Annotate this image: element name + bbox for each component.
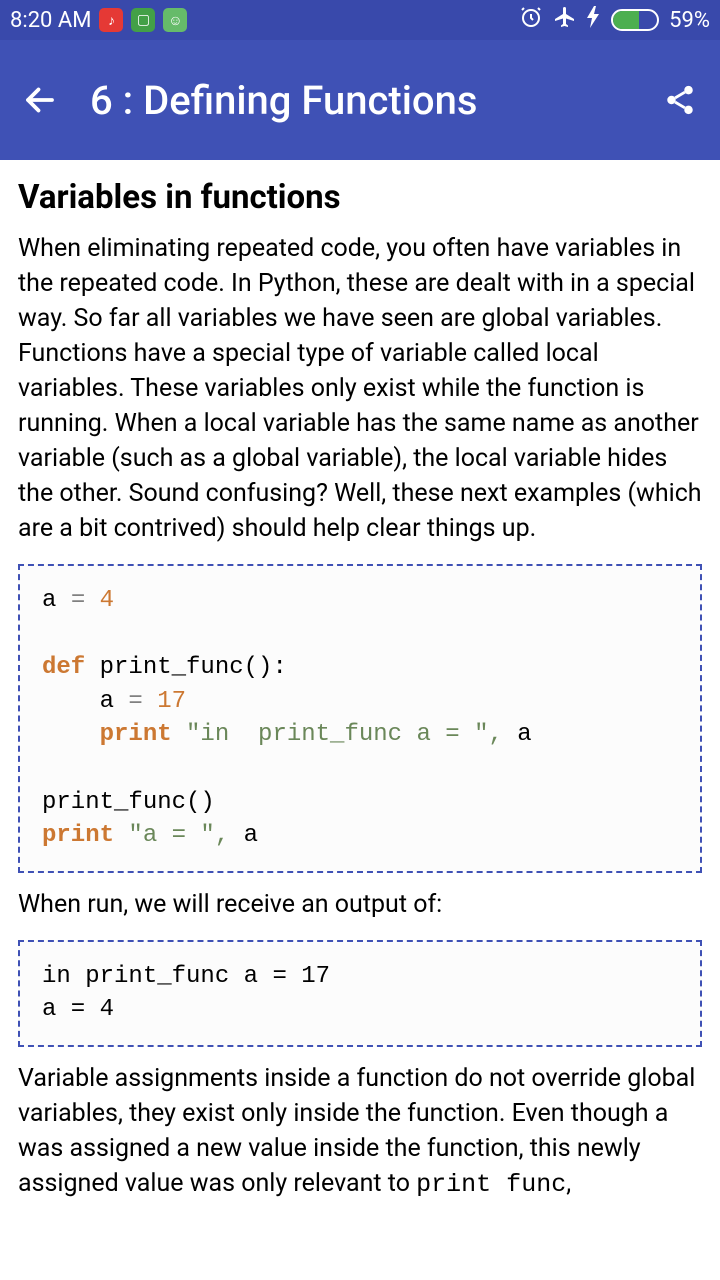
code-text: print — [100, 721, 186, 748]
face-icon: ☺ — [163, 8, 187, 32]
text: , — [566, 1169, 571, 1198]
section-heading: Variables in functions — [18, 178, 702, 217]
text: print func — [416, 1170, 566, 1199]
code-block-2: in print_func a = 17 a = 4 — [18, 940, 702, 1047]
content-area: Variables in functions When eliminating … — [0, 160, 720, 1202]
status-right: 59% — [519, 5, 710, 35]
code-text — [42, 721, 100, 748]
code-text: , — [215, 822, 244, 849]
code-text: print — [42, 822, 128, 849]
code-text: 4 — [100, 587, 114, 614]
status-left: 8:20 AM ♪ ▢ ☺ — [10, 8, 187, 33]
airplane-icon — [553, 5, 577, 35]
code-text: "in print_func a = " — [186, 721, 488, 748]
code-text: def — [42, 654, 100, 681]
code-text: a — [42, 688, 128, 715]
code-text: a — [244, 822, 258, 849]
battery-icon — [611, 9, 659, 31]
code-block-1: a = 4 def print_func(): a = 17 print "in… — [18, 564, 702, 873]
code-text: 17 — [157, 688, 186, 715]
bolt-icon — [587, 6, 601, 34]
alarm-icon — [519, 5, 543, 35]
code-text: print_func() — [42, 789, 215, 816]
code-text: , — [488, 721, 517, 748]
text: Variable assignments inside a function d… — [18, 1064, 695, 1198]
app-bar: 6 : Defining Functions — [0, 40, 720, 160]
paragraph-1: When eliminating repeated code, you ofte… — [18, 231, 702, 546]
code-text: a — [42, 587, 71, 614]
status-time: 8:20 AM — [10, 8, 91, 33]
page-title: 6 : Defining Functions — [90, 77, 630, 124]
battery-percent: 59% — [669, 8, 710, 33]
box-icon: ▢ — [131, 8, 155, 32]
code-text: print_func(): — [100, 654, 287, 681]
code-text: "a = " — [128, 822, 214, 849]
paragraph-3: Variable assignments inside a function d… — [18, 1061, 702, 1202]
status-bar: 8:20 AM ♪ ▢ ☺ 59% — [0, 0, 720, 40]
back-button[interactable] — [20, 80, 60, 120]
code-text: = — [71, 587, 100, 614]
code-text: a — [517, 721, 531, 748]
music-icon: ♪ — [99, 8, 123, 32]
code-text: = — [128, 688, 157, 715]
share-button[interactable] — [660, 80, 700, 120]
paragraph-2: When run, we will receive an output of: — [18, 887, 702, 922]
